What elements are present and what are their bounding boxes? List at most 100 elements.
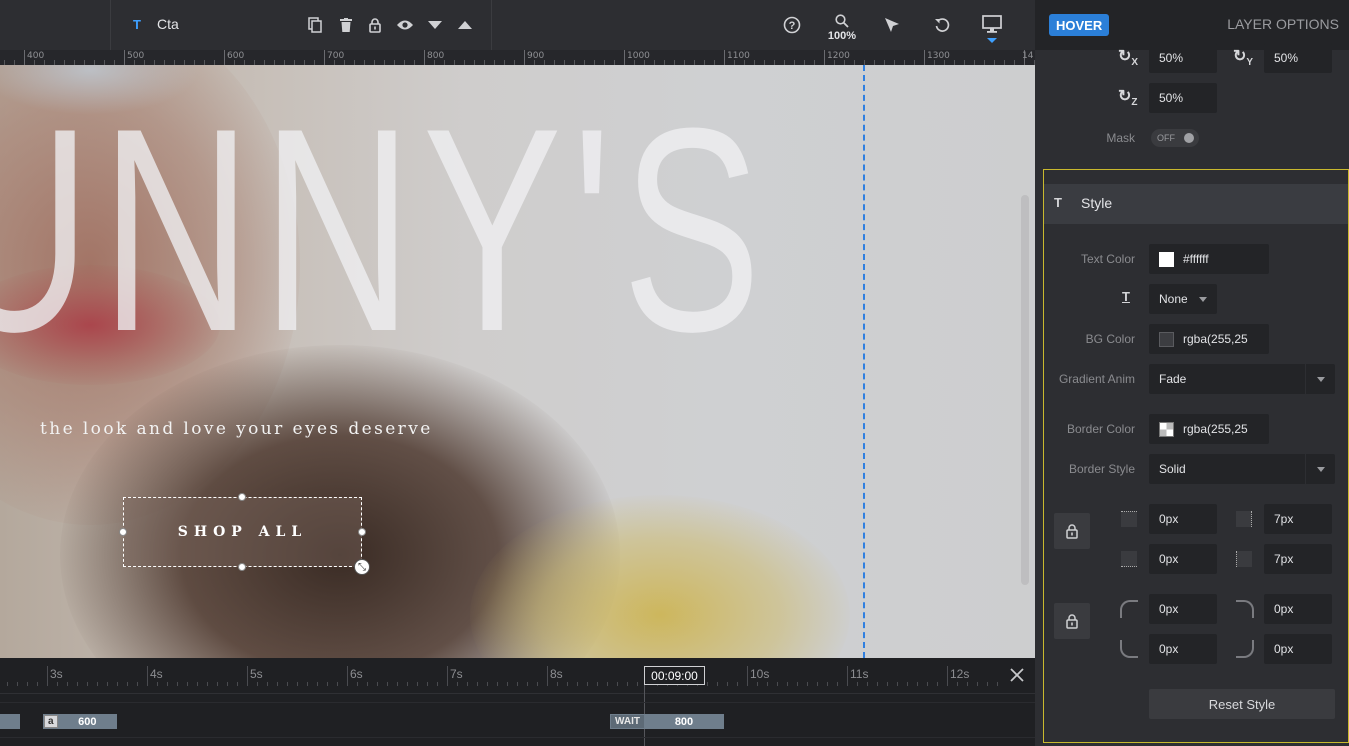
timeline-label: 8s xyxy=(550,667,563,681)
timeline-minor-tick xyxy=(87,682,88,686)
cta-text[interactable]: SHOP ALL xyxy=(178,524,307,540)
ruler-tick xyxy=(724,50,725,65)
toggle-knob xyxy=(1184,133,1194,143)
timeline-minor-tick xyxy=(527,682,528,686)
border-top-icon xyxy=(1121,511,1137,527)
resize-handle-right[interactable] xyxy=(358,528,366,536)
timeline-minor-tick xyxy=(567,682,568,686)
timeline-minor-tick xyxy=(977,682,978,686)
radius-bottom-right-input[interactable]: 0px xyxy=(1264,634,1332,664)
zoom-icon[interactable] xyxy=(833,13,851,29)
cta-layer[interactable]: SHOP ALL xyxy=(123,497,362,567)
scale-handle-icon[interactable]: ⤡ xyxy=(354,559,370,575)
lock-icon[interactable] xyxy=(366,15,384,35)
border-color-field[interactable]: rgba(255,25 xyxy=(1149,414,1269,444)
rotate-x-input[interactable]: 50% xyxy=(1149,43,1217,73)
rotate-z-icon: ↻Z xyxy=(1118,88,1138,109)
resize-handle-left[interactable] xyxy=(119,528,127,536)
timeline-label: 4s xyxy=(150,667,163,681)
timeline-minor-tick xyxy=(277,682,278,686)
timeline-minor-tick xyxy=(827,682,828,686)
radius-bottom-left-input[interactable]: 0px xyxy=(1149,634,1217,664)
border-top-input[interactable]: 0px xyxy=(1149,504,1217,534)
slide-canvas[interactable]: UNNY'S the look and love your eyes deser… xyxy=(0,65,1035,658)
timeline-tick xyxy=(147,666,148,686)
text-color-field[interactable]: #ffffff xyxy=(1149,244,1269,274)
rotate-z-input[interactable]: 50% xyxy=(1149,83,1217,113)
timeline-bar-start[interactable] xyxy=(0,714,20,729)
timeline-minor-tick xyxy=(57,682,58,686)
tagline[interactable]: the look and love your eyes deserve xyxy=(40,419,433,439)
timeline-minor-tick xyxy=(727,682,728,686)
hover-toggle[interactable]: HOVER xyxy=(1049,14,1110,36)
bg-color-value: rgba(255,25 xyxy=(1183,332,1248,346)
zoom-level[interactable]: 100% xyxy=(826,30,858,42)
move-up-icon[interactable] xyxy=(457,19,473,31)
timeline-minor-tick xyxy=(227,682,228,686)
text-color-swatch[interactable] xyxy=(1159,251,1174,267)
timeline-minor-tick xyxy=(487,682,488,686)
desktop-icon[interactable] xyxy=(981,14,1003,34)
layer-name[interactable]: Cta xyxy=(157,16,179,32)
timeline-minor-tick xyxy=(337,682,338,686)
timeline-ruler[interactable]: 3s 4s 5s 6s 7s 8s 10s 11s 12s xyxy=(0,658,1035,694)
radius-top-left-input[interactable]: 0px xyxy=(1149,594,1217,624)
timeline-minor-tick xyxy=(287,682,288,686)
close-icon[interactable] xyxy=(1008,666,1026,684)
timeline-tick xyxy=(47,666,48,686)
duplicate-icon[interactable] xyxy=(306,16,324,34)
hero-title[interactable]: UNNY'S xyxy=(0,85,771,375)
timeline-bar-in[interactable]: a 600 xyxy=(43,714,117,729)
border-radius-lock-button[interactable] xyxy=(1054,603,1090,639)
border-style-label: Border Style xyxy=(1068,462,1135,476)
ruler-tick xyxy=(924,50,925,65)
select-icon[interactable] xyxy=(882,15,902,35)
border-bottom-input[interactable]: 0px xyxy=(1149,544,1217,574)
reset-style-button[interactable]: Reset Style xyxy=(1149,689,1335,719)
visibility-icon[interactable] xyxy=(395,16,415,34)
timeline-minor-tick xyxy=(907,682,908,686)
timeline-minor-tick xyxy=(217,682,218,686)
active-device-indicator xyxy=(987,38,997,43)
timeline-label: 11s xyxy=(850,667,869,681)
resize-handle-bottom[interactable] xyxy=(238,563,246,571)
move-down-icon[interactable] xyxy=(427,19,443,31)
timeline-minor-tick xyxy=(777,682,778,686)
style-section-header[interactable]: T Style xyxy=(1044,184,1348,224)
timeline-minor-tick xyxy=(757,682,758,686)
playhead-time[interactable]: 00:09:00 xyxy=(644,666,705,685)
bg-color-field[interactable]: rgba(255,25 xyxy=(1149,324,1269,354)
mask-toggle[interactable]: OFF xyxy=(1151,129,1199,147)
ruler-label: 500 xyxy=(127,51,145,61)
resize-handle-top[interactable] xyxy=(238,493,246,501)
timeline-minor-tick xyxy=(867,682,868,686)
help-icon[interactable]: ? xyxy=(782,15,802,35)
border-left-input[interactable]: 7px xyxy=(1264,544,1332,574)
text-decoration-select[interactable]: None xyxy=(1149,284,1217,314)
border-color-swatch[interactable] xyxy=(1159,421,1174,437)
border-left-icon xyxy=(1236,551,1252,567)
gradient-anim-select[interactable]: Fade xyxy=(1149,364,1335,394)
text-layer-icon: T xyxy=(133,17,141,32)
ruler-tick xyxy=(524,50,525,65)
border-width-lock-button[interactable] xyxy=(1054,513,1090,549)
text-decoration-value: None xyxy=(1159,292,1187,306)
mask-label: Mask xyxy=(1106,131,1135,145)
radius-top-right-input[interactable]: 0px xyxy=(1264,594,1332,624)
timeline-minor-tick xyxy=(537,682,538,686)
ruler-tick xyxy=(224,50,225,65)
canvas-scrollbar[interactable] xyxy=(1021,195,1029,585)
timeline-label: 3s xyxy=(50,667,63,681)
timeline-minor-tick xyxy=(597,682,598,686)
ruler-label: 800 xyxy=(427,51,445,61)
border-right-input[interactable]: 7px xyxy=(1264,504,1332,534)
timeline-minor-tick xyxy=(77,682,78,686)
timeline-bar-out[interactable]: WAIT 800 xyxy=(610,714,724,729)
style-section-title: Style xyxy=(1081,195,1113,211)
undo-icon[interactable] xyxy=(932,15,952,35)
timeline-minor-tick xyxy=(517,682,518,686)
delete-icon[interactable] xyxy=(337,16,355,34)
bg-color-swatch[interactable] xyxy=(1159,331,1174,347)
rotate-y-input[interactable]: 50% xyxy=(1264,43,1332,73)
border-style-select[interactable]: Solid xyxy=(1149,454,1335,484)
